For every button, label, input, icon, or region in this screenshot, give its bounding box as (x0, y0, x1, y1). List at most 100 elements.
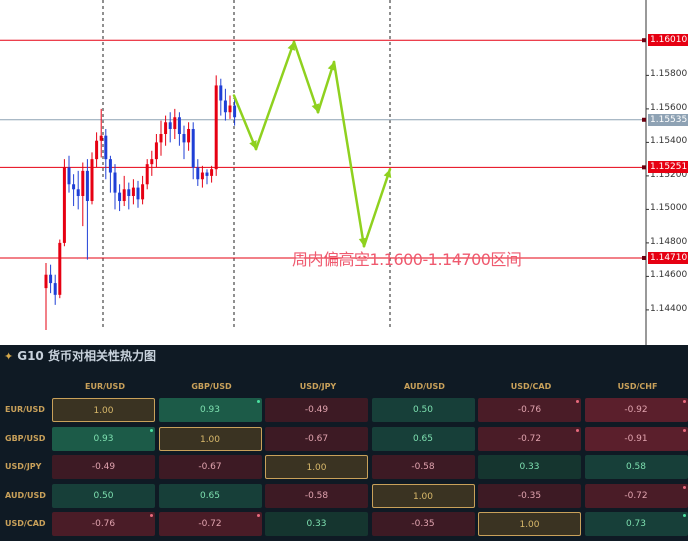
heatmap-row-header: AUD/USD (5, 490, 46, 500)
candle-body (90, 159, 94, 202)
heatmap-column-header: EUR/USD (85, 382, 125, 391)
candle-body (95, 140, 99, 160)
strong-correlation-marker (576, 428, 579, 432)
heatmap-title: ✦ G10 货币对相关性热力图 (4, 347, 156, 364)
candle-body (113, 172, 117, 193)
heatmap-cell: -0.91 (584, 426, 688, 451)
price-tag: 1.15535 (648, 113, 688, 126)
candle-body (154, 142, 158, 160)
chart-canvas (0, 0, 649, 345)
heatmap-cell: 1.00 (52, 398, 155, 422)
candle-body (228, 105, 232, 113)
forecast-arrowhead (383, 169, 392, 179)
candle-body (118, 192, 122, 202)
strong-correlation-marker (150, 428, 153, 432)
heatmap-cell-value: 1.00 (93, 406, 114, 416)
heatmap-cell-value: 0.65 (412, 433, 434, 444)
candle-body (141, 184, 145, 200)
heatmap-cell: -0.49 (52, 455, 155, 479)
candle-body (214, 85, 218, 170)
heatmap-cell: -0.35 (371, 512, 475, 536)
heatmap-cell: 1.00 (265, 455, 368, 479)
price-tag: 1.14710 (648, 251, 688, 264)
strong-correlation-marker (256, 514, 260, 517)
candle-body (191, 128, 195, 168)
candle-body (122, 189, 126, 202)
candle-body (44, 274, 48, 289)
heatmap-cell-value: -0.72 (198, 519, 222, 529)
heatmap-column-header: USD/CHF (617, 382, 658, 391)
heatmap-cell: 0.33 (478, 455, 581, 479)
y-tick-label: 1.15800 (650, 69, 688, 80)
forecast-segment (232, 94, 258, 151)
candle-body (58, 242, 62, 295)
candle-body (104, 135, 108, 160)
candle-body (53, 283, 57, 295)
heatmap-cell-value: 1.00 (306, 463, 327, 473)
candle-body (49, 274, 53, 284)
y-tick-label: 1.14800 (650, 236, 688, 247)
heatmap-cell-value: 0.65 (199, 490, 221, 501)
candle-body (164, 122, 168, 135)
heatmap-cell: 1.00 (478, 512, 581, 536)
candle-body (200, 172, 204, 180)
heatmap-cell: 0.33 (265, 512, 368, 536)
candle-body (131, 187, 135, 196)
candlestick-chart: 1.15800 1.15600 1.15400 1.15200 1.15000 1.148… (0, 0, 688, 345)
heatmap-cell-value: 0.50 (93, 490, 114, 501)
heatmap-cell: -0.72 (158, 512, 262, 536)
heatmap-cell: 0.58 (584, 455, 688, 479)
heatmap-cell-value: -0.49 (91, 462, 116, 472)
y-tick-label: 1.15600 (650, 102, 688, 113)
heatmap-cell-value: -0.76 (517, 405, 542, 415)
heatmap-cell: 1.00 (158, 426, 262, 451)
candle-body (159, 134, 163, 143)
heatmap-cell-value: -0.49 (304, 405, 329, 415)
level-marker-2 (642, 165, 646, 170)
heatmap-cell: -0.72 (478, 426, 581, 451)
strong-correlation-marker (576, 400, 579, 403)
candle-body (150, 159, 154, 165)
heatmap-cell-value: 0.73 (625, 519, 647, 529)
heatmap-cell: -0.58 (371, 455, 475, 479)
candle-body (62, 167, 66, 243)
heatmap-column-header: AUD/USD (404, 382, 445, 391)
level-marker-1 (642, 117, 646, 122)
heatmap-cell: 0.93 (158, 398, 262, 422)
heatmap-logo-icon: ✦ (4, 350, 14, 363)
forecast-segment (332, 60, 366, 248)
heatmap-column-header: GBP/USD (191, 382, 232, 391)
heatmap-cell-value: 0.93 (93, 433, 114, 444)
heatmap-cell: 0.50 (52, 483, 155, 508)
heatmap-cell: 0.73 (584, 512, 688, 536)
heatmap-cell-value: -0.35 (517, 490, 542, 501)
heatmap-cell-value: 1.00 (199, 434, 221, 445)
heatmap-column-header: USD/JPY (299, 382, 337, 391)
candle-body (99, 135, 103, 141)
heatmap-cell: -0.67 (265, 426, 368, 451)
heatmap-cell: -0.35 (478, 483, 581, 508)
candle-body (136, 187, 140, 200)
heatmap-cell-value: 0.50 (412, 405, 434, 415)
strong-correlation-marker (682, 400, 686, 403)
heatmap-cell: 0.65 (158, 483, 262, 508)
heatmap-cell-value: -0.72 (517, 433, 542, 444)
candle-body (233, 105, 237, 118)
heatmap-cell-value: 1.00 (412, 491, 434, 502)
heatmap-cell-value: -0.76 (91, 519, 116, 529)
chart-annotation: 周内偏高空1.1600-1.14700区间 (292, 250, 522, 269)
heatmap-cell: 1.00 (371, 483, 475, 508)
heatmap-cell: -0.72 (584, 483, 688, 508)
heatmap-cell: 0.93 (52, 426, 155, 451)
forecast-segment (362, 167, 392, 248)
heatmap-cell-value: 0.58 (625, 462, 647, 472)
y-tick-label: 1.14400 (650, 303, 688, 314)
heatmap-cell-value: 1.00 (519, 520, 540, 530)
candle-body (177, 117, 181, 135)
heatmap-cell: -0.67 (158, 455, 262, 479)
price-tag: 1.16010 (648, 34, 688, 47)
heatmap-cell-value: -0.92 (624, 405, 648, 415)
candle-body (205, 172, 209, 176)
candle-body (108, 159, 112, 173)
candle-body (182, 134, 186, 143)
